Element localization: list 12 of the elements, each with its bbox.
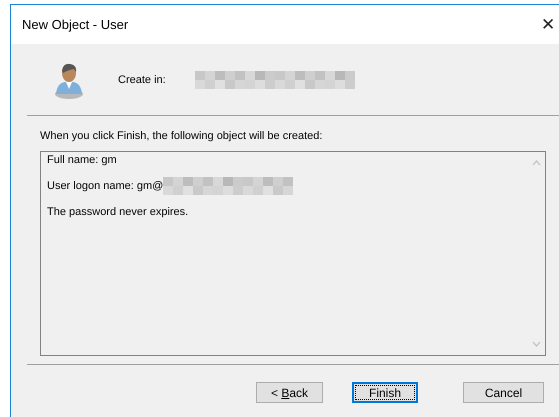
summary-line: User logon name: gm@ <box>47 180 164 192</box>
scroll-up-icon[interactable] <box>532 160 541 166</box>
close-icon[interactable]: ✕ <box>537 14 559 35</box>
window-title: New Object - User <box>22 17 128 32</box>
scroll-down-icon[interactable] <box>532 341 541 347</box>
summary-line: Full name: gm <box>47 154 117 166</box>
summary-line: The password never expires. <box>47 206 188 218</box>
cancel-button[interactable]: Cancel <box>463 382 544 403</box>
intro-text: When you click Finish, the following object will be created: <box>40 130 324 143</box>
back-button[interactable]: < Back <box>256 382 323 403</box>
create-in-label: Create in: <box>118 74 167 86</box>
finish-button[interactable]: Finish <box>352 382 418 403</box>
